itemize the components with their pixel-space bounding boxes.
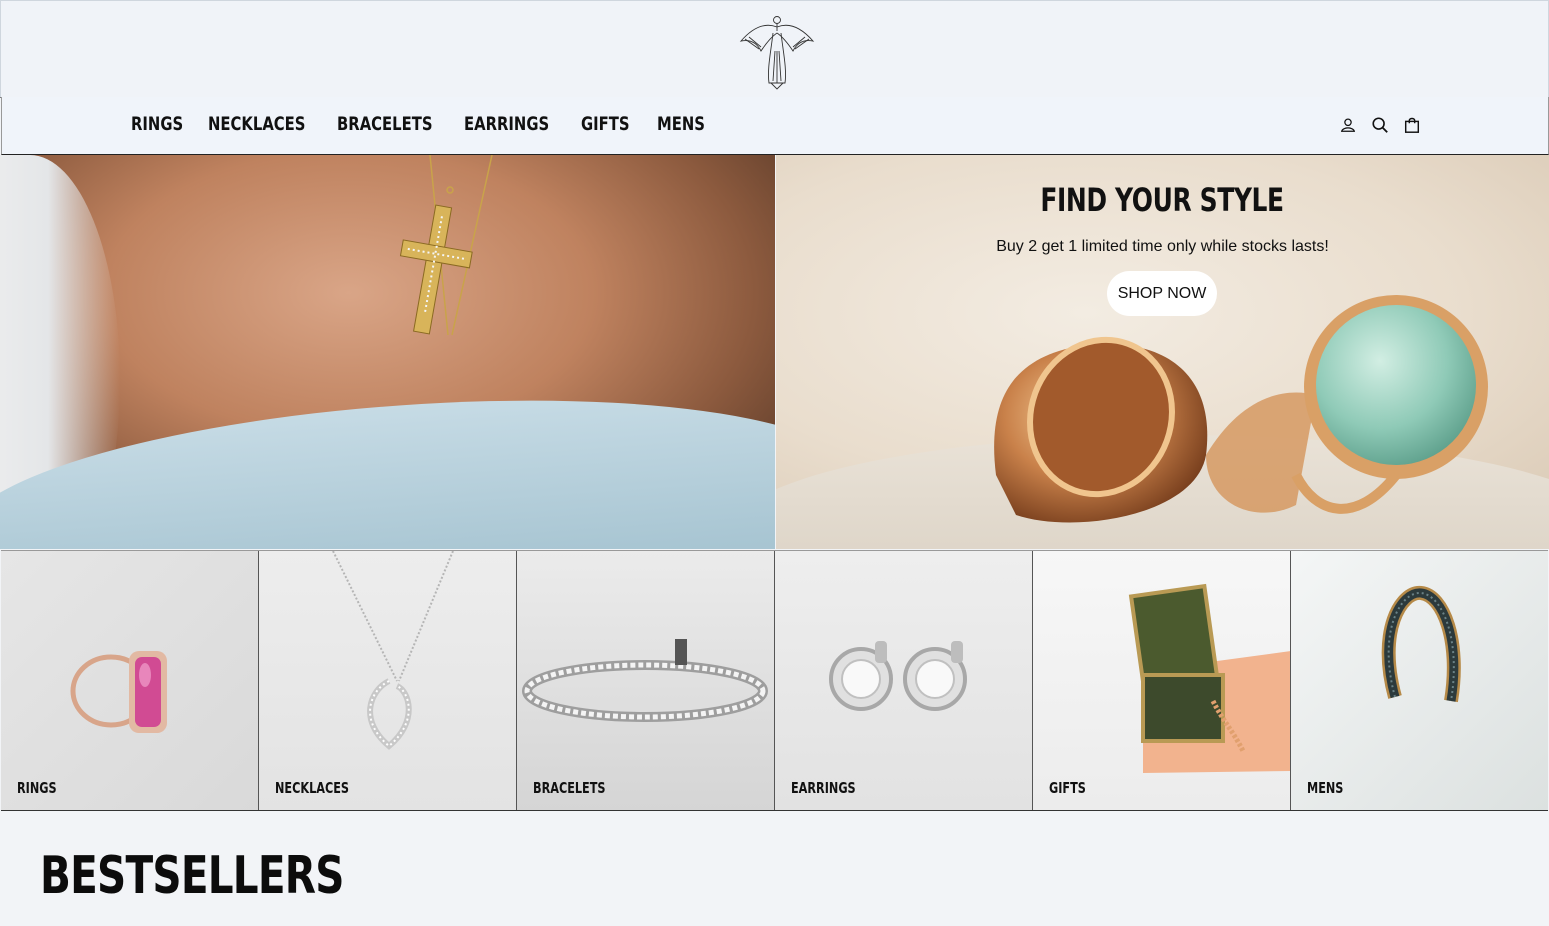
category-tile-gifts[interactable]: GIFTS — [1033, 551, 1291, 810]
nav-link-necklaces[interactable]: NECKLACES — [208, 113, 312, 135]
bracelet-product-image — [522, 639, 768, 722]
category-tile-necklaces[interactable]: NECKLACES — [259, 551, 517, 810]
nav-links: RINGS NECKLACES BRACELETS EARRINGS GIFTS… — [131, 113, 713, 135]
hero-subtitle: Buy 2 get 1 limited time only while stoc… — [996, 238, 1329, 255]
category-label-rings: RINGS — [17, 779, 57, 797]
category-label-mens: MENS — [1307, 779, 1344, 797]
category-tile-mens[interactable]: MENS — [1291, 551, 1548, 810]
hero-promo-banner: FIND YOUR STYLE Buy 2 get 1 limited time… — [776, 155, 1549, 549]
necklace-product-image — [332, 551, 454, 750]
account-icon[interactable] — [1339, 116, 1357, 134]
category-label-necklaces: NECKLACES — [275, 779, 350, 797]
gift-box-product-image — [1128, 583, 1290, 773]
cross-pendant-necklace-graphic — [399, 155, 493, 336]
category-label-bracelets: BRACELETS — [533, 779, 606, 797]
category-tile-rings[interactable]: RINGS — [1, 551, 259, 810]
nav-link-rings[interactable]: RINGS — [131, 113, 194, 135]
category-label-gifts: GIFTS — [1049, 779, 1086, 797]
nav-link-mens[interactable]: MENS — [657, 113, 705, 135]
nav-link-earrings[interactable]: EARRINGS — [464, 113, 558, 135]
ring-product-image — [70, 651, 167, 733]
category-tile-bracelets[interactable]: BRACELETS — [517, 551, 775, 810]
cuff-bracelet-product-image — [1381, 586, 1461, 703]
bestsellers-heading: BESTSELLERS — [40, 846, 344, 906]
nav-link-bracelets[interactable]: BRACELETS — [337, 113, 439, 135]
category-tile-earrings[interactable]: EARRINGS — [775, 551, 1033, 810]
nav-link-gifts[interactable]: GIFTS — [581, 113, 643, 135]
main-navigation: RINGS NECKLACES BRACELETS EARRINGS GIFTS… — [1, 97, 1549, 155]
earrings-product-image — [829, 641, 967, 711]
winged-figure-logo-icon[interactable] — [737, 11, 817, 91]
hero-title: FIND YOUR STYLE — [1040, 181, 1285, 219]
search-icon[interactable] — [1371, 116, 1389, 134]
shop-now-button[interactable]: SHOP NOW — [1107, 271, 1217, 316]
category-label-earrings: EARRINGS — [791, 779, 856, 797]
nav-icons — [1339, 116, 1421, 134]
category-grid: RINGS NECKLACES BRACELETS EARRINGS GIFTS… — [1, 550, 1548, 811]
cart-bag-icon[interactable] — [1403, 116, 1421, 134]
header-logo-bar — [0, 0, 1549, 98]
hero-necklace-image[interactable] — [0, 155, 775, 549]
